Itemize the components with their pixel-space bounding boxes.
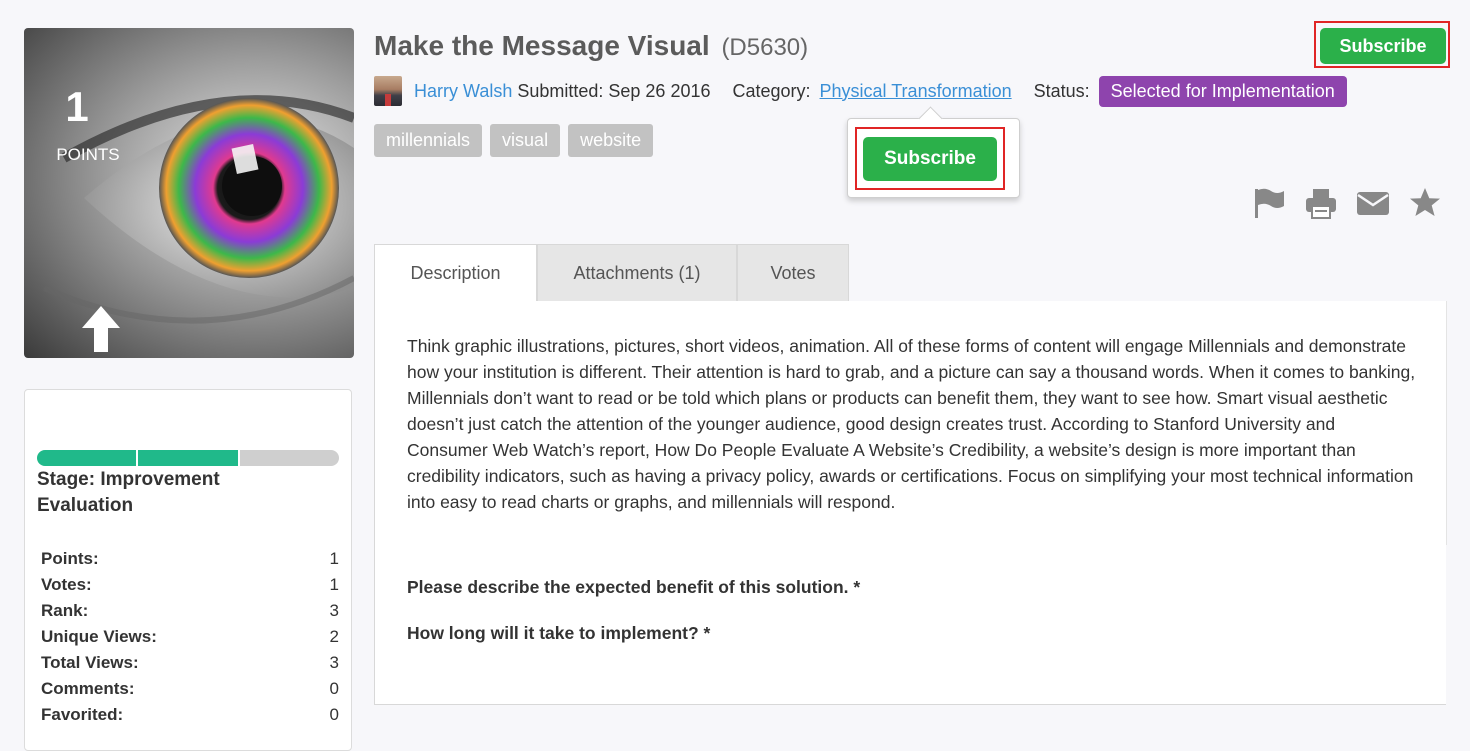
star-icon[interactable] <box>1408 186 1442 220</box>
progress-segment <box>37 450 137 466</box>
tag-millennials[interactable]: millennials <box>374 124 483 157</box>
idea-title: Make the Message Visual <box>374 30 710 61</box>
stat-label: Votes: <box>41 575 92 594</box>
stat-value: 0 <box>329 705 339 724</box>
stats-card: Stage: Improvement Evaluation Points: 1 V… <box>24 389 352 751</box>
stat-row-points: Points: 1 <box>41 546 339 572</box>
idea-meta: Harry Walsh Submitted: Sep 26 2016 Categ… <box>374 75 1347 107</box>
subscribe-popover: Subscribe <box>847 118 1020 198</box>
stat-row-total-views: Total Views: 3 <box>41 650 339 676</box>
idea-id: (D5630) <box>721 34 809 61</box>
highlight-box <box>855 127 1005 190</box>
stat-row-favorited: Favorited: 0 <box>41 702 339 728</box>
points-label: POINTS <box>56 145 120 164</box>
tag-list: millennials visual website <box>374 124 654 157</box>
stat-value: 3 <box>329 653 339 672</box>
stat-row-rank: Rank: 3 <box>41 598 339 624</box>
stat-label: Points: <box>41 549 99 568</box>
stat-label: Total Views: <box>41 653 139 672</box>
stat-row-votes: Votes: 1 <box>41 572 339 598</box>
highlight-box <box>1314 21 1450 68</box>
tab-content-panel: Think graphic illustrations, pictures, s… <box>374 301 1447 705</box>
page-title: Make the Message Visual (D5630) <box>374 30 808 62</box>
status-label: Status: <box>1033 80 1090 101</box>
stat-label: Favorited: <box>41 705 124 724</box>
upvote-arrow-icon[interactable] <box>80 304 122 354</box>
author-avatar[interactable] <box>374 76 402 106</box>
action-toolbar <box>1252 186 1442 220</box>
progress-segment <box>239 450 339 466</box>
question-expected-benefit: Please describe the expected benefit of … <box>407 577 861 597</box>
status-badge: Selected for Implementation <box>1098 75 1347 107</box>
stats-list: Points: 1 Votes: 1 Rank: 3 Unique Views: 2 T… <box>41 546 339 728</box>
stat-label: Rank: <box>41 601 89 620</box>
stage-label: Stage: Improvement Evaluation <box>37 469 220 516</box>
stat-value: 3 <box>329 601 339 620</box>
tag-website[interactable]: website <box>568 124 654 157</box>
panel-divider <box>1446 301 1447 545</box>
submitted-date: Submitted: Sep 26 2016 <box>517 80 711 101</box>
stat-value: 0 <box>329 679 339 698</box>
category-link[interactable]: Physical Transformation <box>820 81 1012 102</box>
points-count: 1 <box>65 83 89 130</box>
stat-value: 1 <box>329 575 339 594</box>
stat-label: Unique Views: <box>41 627 157 646</box>
author-link[interactable]: Harry Walsh <box>414 81 512 102</box>
category-label: Category: <box>732 80 811 101</box>
progress-segment <box>138 450 238 466</box>
tag-visual[interactable]: visual <box>490 124 561 157</box>
stat-row-comments: Comments: 0 <box>41 676 339 702</box>
eye-illustration <box>42 95 354 324</box>
email-icon[interactable] <box>1356 186 1390 220</box>
question-implementation-time: How long will it take to implement? * <box>407 623 711 643</box>
print-icon[interactable] <box>1304 186 1338 220</box>
tab-attachments[interactable]: Attachments (1) <box>537 244 737 302</box>
stat-label: Comments: <box>41 679 135 698</box>
tab-bar: Description Attachments (1) Votes <box>374 244 849 302</box>
tab-votes[interactable]: Votes <box>737 244 849 302</box>
stat-value: 1 <box>329 549 339 568</box>
stage-progress-bar <box>37 450 339 466</box>
tab-description[interactable]: Description <box>374 244 537 302</box>
idea-description: Think graphic illustrations, pictures, s… <box>407 336 1416 512</box>
idea-image: 1 POINTS <box>24 28 354 358</box>
flag-icon[interactable] <box>1252 186 1286 220</box>
stat-value: 2 <box>329 627 339 646</box>
stat-row-unique-views: Unique Views: 2 <box>41 624 339 650</box>
